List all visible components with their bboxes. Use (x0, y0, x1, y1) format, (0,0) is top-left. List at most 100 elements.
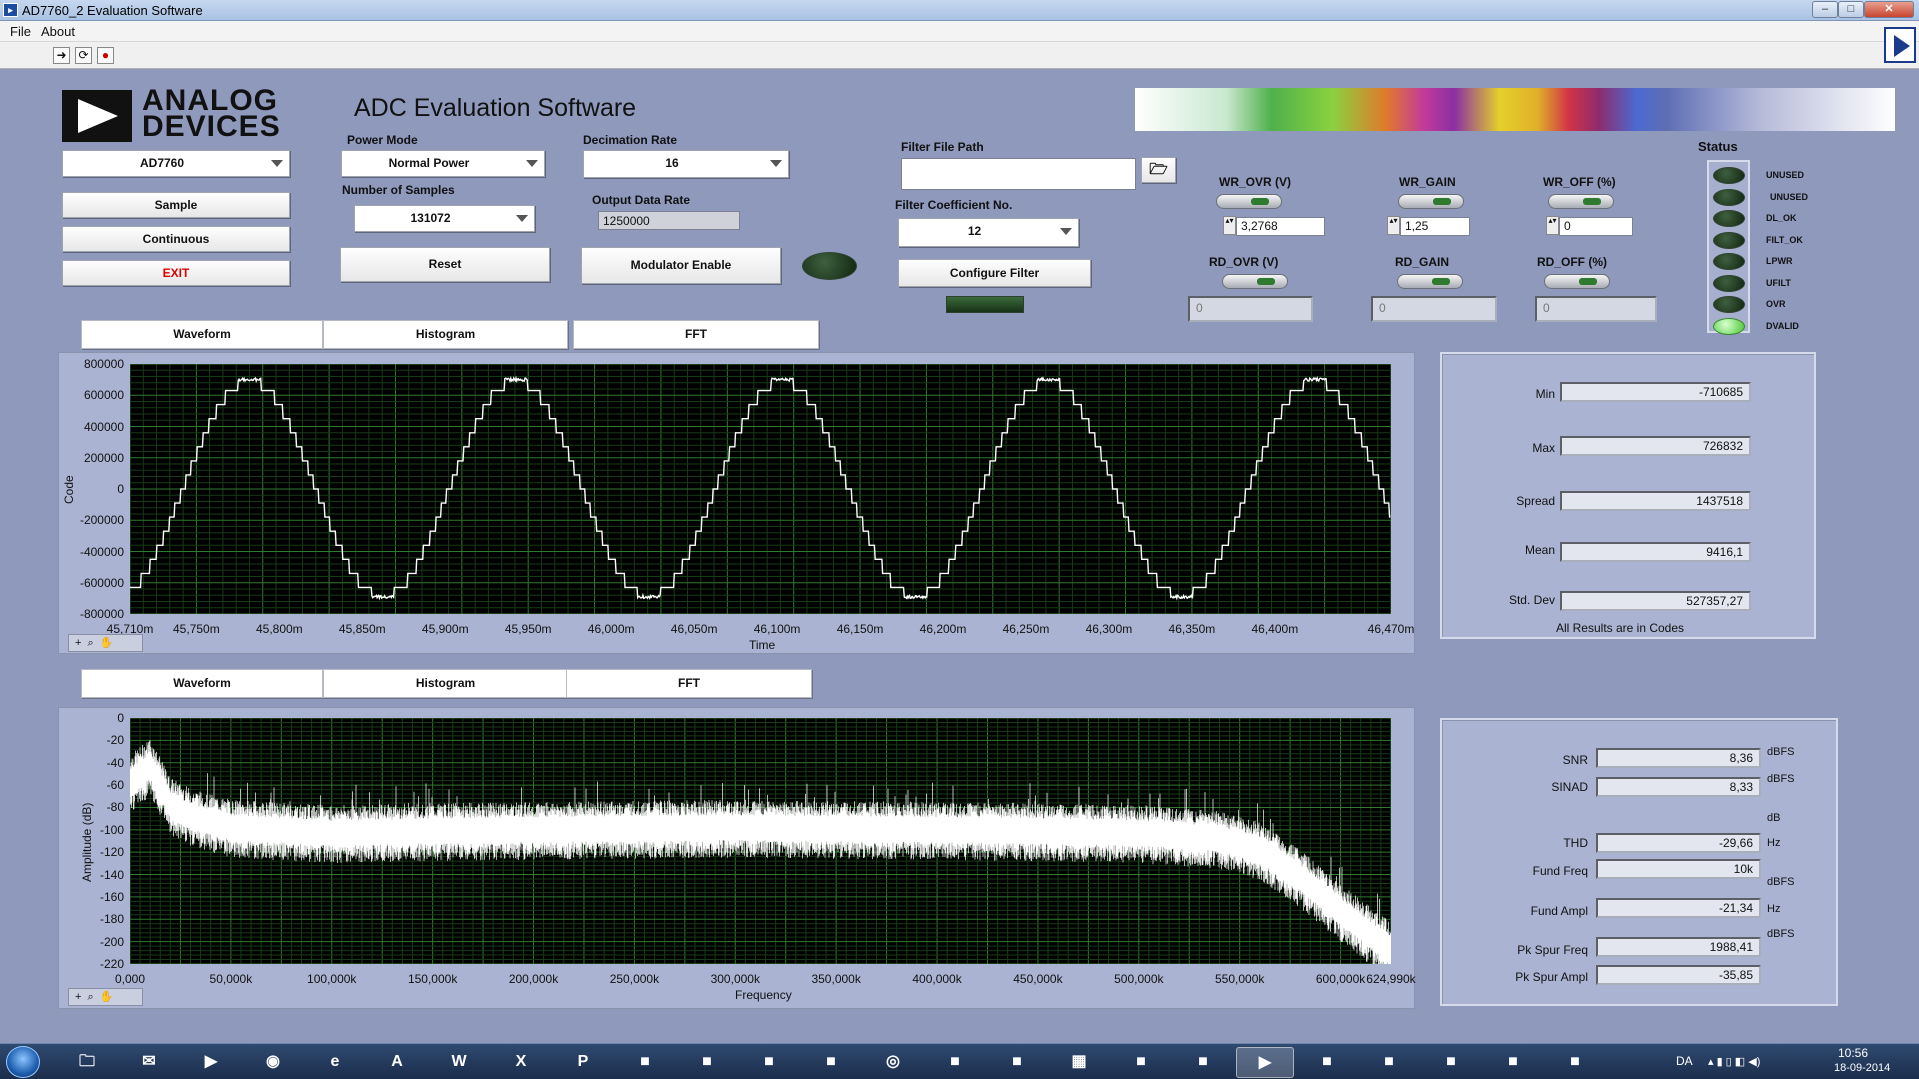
app-icon[interactable]: ■ (1546, 1047, 1604, 1078)
chrome-icon[interactable]: ◉ (244, 1047, 302, 1078)
status-led-dvalid (1713, 318, 1745, 335)
tab-histogram-top[interactable]: Histogram (323, 320, 568, 349)
rd-off-label: RD_OFF (%) (1537, 255, 1607, 269)
run-continuously-icon[interactable]: ⟳ (75, 47, 92, 64)
power-mode-value: Normal Power (342, 156, 516, 170)
powerpoint-icon[interactable]: P (554, 1047, 612, 1078)
language-indicator[interactable]: DA (1676, 1054, 1693, 1068)
continuous-button[interactable]: Continuous (62, 226, 290, 252)
fund-freq-label: Fund Freq (1480, 864, 1588, 878)
run-arrow-icon[interactable]: ➜ (53, 47, 70, 64)
waveform-y-tick: 200000 (54, 451, 124, 465)
maximize-button[interactable]: □ (1838, 1, 1864, 18)
blender-icon[interactable]: ◎ (864, 1047, 922, 1078)
wr-off-spinner[interactable]: ▴▾ (1546, 216, 1559, 235)
app-icon[interactable]: ■ (926, 1047, 984, 1078)
abort-icon[interactable]: ● (97, 47, 114, 64)
modulator-enable-button[interactable]: Modulator Enable (581, 247, 781, 284)
tab-waveform-top[interactable]: Waveform (81, 320, 323, 349)
minimize-button[interactable]: – (1812, 1, 1838, 18)
decimation-select[interactable]: 16 (583, 150, 789, 178)
waveform-x-tick: 45,900m (422, 622, 469, 636)
page-title: ADC Evaluation Software (354, 94, 636, 123)
configure-filter-button[interactable]: Configure Filter (898, 259, 1091, 287)
waveform-x-tick: 45,850m (339, 622, 386, 636)
status-label: DL_OK (1766, 213, 1797, 223)
app-icon[interactable]: ■ (1174, 1047, 1232, 1078)
rd-off-toggle[interactable] (1544, 274, 1610, 289)
start-button[interactable] (6, 1046, 40, 1078)
wr-ovr-toggle[interactable] (1216, 194, 1282, 209)
app-icon[interactable]: ■ (1422, 1047, 1480, 1078)
status-label: LPWR (1766, 256, 1793, 266)
menu-about[interactable]: About (41, 24, 75, 39)
waveform-y-title: Code (62, 475, 76, 504)
exit-button[interactable]: EXIT (62, 260, 290, 286)
wr-off-toggle[interactable] (1548, 194, 1614, 209)
rd-ovr-toggle[interactable] (1222, 274, 1288, 289)
tab-fft-top[interactable]: FFT (573, 320, 819, 349)
menu-file[interactable]: File (10, 24, 31, 39)
fft-graph-tools[interactable]: +⌕✋ (68, 988, 143, 1006)
sample-button[interactable]: Sample (62, 192, 290, 218)
browse-folder-button[interactable]: 🗁 (1141, 157, 1176, 183)
app-icon[interactable]: ■ (802, 1047, 860, 1078)
device-select[interactable]: AD7760 (62, 150, 290, 177)
power-mode-select[interactable]: Normal Power (341, 150, 545, 177)
word-icon[interactable]: W (430, 1047, 488, 1078)
wr-ovr-input[interactable]: 3,2768 (1236, 217, 1325, 236)
tab-waveform-bottom[interactable]: Waveform (81, 669, 323, 698)
filter-path-input[interactable] (901, 158, 1136, 190)
close-button[interactable]: ✕ (1864, 1, 1914, 18)
filter-coef-select[interactable]: 12 (898, 218, 1079, 247)
logo-word-devices: DEVICES (142, 114, 281, 140)
app-icon[interactable]: ■ (1484, 1047, 1542, 1078)
fft-x-tick: 550,000k (1215, 972, 1264, 986)
app-icon[interactable]: ■ (1360, 1047, 1418, 1078)
unit-label: dBFS (1767, 746, 1795, 758)
wr-gain-input[interactable]: 1,25 (1400, 217, 1470, 236)
unit-label: dBFS (1767, 928, 1795, 940)
calculator-icon[interactable]: ▦ (1050, 1047, 1108, 1078)
app-icon[interactable]: ■ (1298, 1047, 1356, 1078)
rd-gain-toggle[interactable] (1397, 274, 1463, 289)
num-samples-select[interactable]: 131072 (354, 205, 535, 232)
thunderbird-icon[interactable]: ✉ (120, 1047, 178, 1078)
crosshair-icon[interactable]: + (75, 991, 87, 1003)
zoom-icon[interactable]: ⌕ (87, 637, 99, 649)
clock-time[interactable]: 10:56 (1838, 1046, 1868, 1060)
crosshair-icon[interactable]: + (75, 637, 87, 649)
app-icon[interactable]: ■ (1112, 1047, 1170, 1078)
wr-off-input[interactable]: 0 (1559, 217, 1633, 236)
pan-hand-icon[interactable]: ✋ (100, 991, 120, 1003)
wr-gain-spinner[interactable]: ▴▾ (1387, 216, 1400, 235)
pan-hand-icon[interactable]: ✋ (100, 637, 120, 649)
waveform-graph-tools[interactable]: +⌕✋ (68, 634, 143, 652)
app-icon[interactable]: ■ (988, 1047, 1046, 1078)
acrobat-icon[interactable]: A (368, 1047, 426, 1078)
explorer-icon[interactable]: 🗀 (58, 1047, 116, 1078)
wr-ovr-spinner[interactable]: ▴▾ (1223, 216, 1236, 235)
waveform-x-tick: 46,150m (837, 622, 884, 636)
tab-histogram-bottom[interactable]: Histogram (323, 669, 568, 698)
rd-off-indicator: 0 (1535, 296, 1657, 322)
labview-icon[interactable]: ▶ (1236, 1047, 1294, 1078)
app-icon[interactable]: ■ (740, 1047, 798, 1078)
tray-icons[interactable]: ▴ ▮ ▯ ◧ ◀) (1708, 1055, 1760, 1068)
wr-off-label: WR_OFF (%) (1543, 175, 1616, 189)
app-icon[interactable]: ■ (616, 1047, 674, 1078)
std-dev-value: 527357,27 (1560, 591, 1751, 611)
status-led-unused (1713, 167, 1745, 184)
status-label: OVR (1766, 299, 1786, 309)
media-player-icon[interactable]: ▶ (182, 1047, 240, 1078)
app-icon[interactable]: ■ (678, 1047, 736, 1078)
reset-button[interactable]: Reset (340, 247, 550, 282)
ie-icon[interactable]: e (306, 1047, 364, 1078)
zoom-icon[interactable]: ⌕ (87, 991, 99, 1003)
wr-gain-toggle[interactable] (1398, 194, 1464, 209)
excel-icon[interactable]: X (492, 1047, 550, 1078)
wr-gain-label: WR_GAIN (1399, 175, 1456, 189)
tab-fft-bottom[interactable]: FFT (566, 669, 812, 698)
labview-app-icon: ▸ (3, 3, 18, 17)
clock-date[interactable]: 18-09-2014 (1834, 1062, 1890, 1074)
